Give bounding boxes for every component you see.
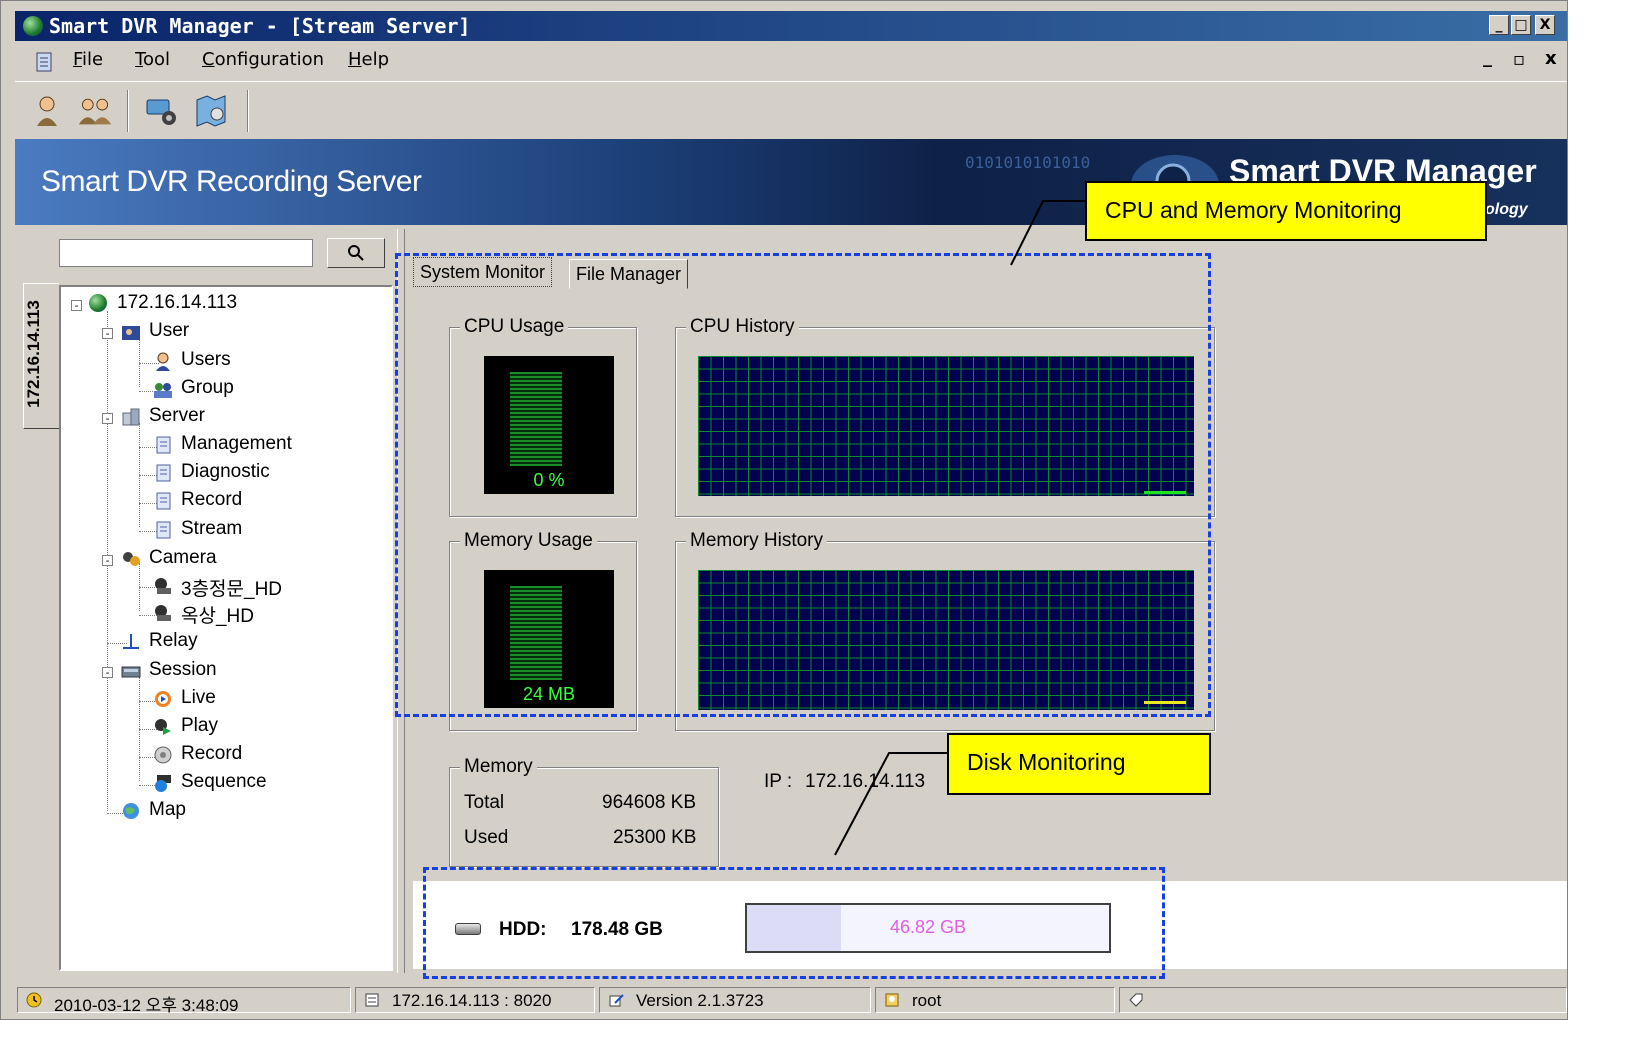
camera-group-icon <box>123 552 140 566</box>
maximize-button[interactable]: □ <box>1511 15 1531 35</box>
record-icon <box>154 746 172 764</box>
status-bar: 2010-03-12 오후 3:48:09 172.16.14.113 : 80… <box>15 985 1567 1015</box>
tree-collapse-camera[interactable]: - <box>102 555 113 566</box>
map-globe-icon <box>123 803 139 819</box>
memory-total-value: 964608 KB <box>602 792 697 813</box>
user-file-icon <box>885 993 899 1007</box>
banner-tagline: ology <box>1485 201 1528 218</box>
tree-collapse-root[interactable]: - <box>71 300 82 311</box>
minimize-button[interactable]: _ <box>1489 15 1509 35</box>
tree-search-input[interactable] <box>59 239 313 267</box>
cpu-memory-annotation-box <box>395 253 1211 717</box>
application-window: Smart DVR Manager - [Stream Server] _ □ … <box>0 0 1568 1020</box>
document-icon <box>156 436 171 454</box>
tree-collapse-user[interactable]: - <box>102 328 113 339</box>
user-icon[interactable] <box>29 92 65 128</box>
title-bar[interactable]: Smart DVR Manager - [Stream Server] _ □ … <box>15 11 1567 41</box>
status-version: Version 2.1.3723 <box>599 987 871 1013</box>
window-title: Smart DVR Manager - [Stream Server] <box>49 14 471 38</box>
network-globe-icon <box>89 294 107 312</box>
tree-collapse-server[interactable]: - <box>102 413 113 424</box>
banner-binary-decoration: 0101010101010 <box>965 153 1091 172</box>
ip-label: IP : <box>764 771 793 792</box>
camera-icon <box>155 578 171 594</box>
mdi-restore-button[interactable]: ▫ <box>1513 49 1525 70</box>
menu-file[interactable]: File <box>73 49 103 70</box>
document-menu-icon[interactable] <box>33 51 57 73</box>
search-button[interactable] <box>327 238 385 268</box>
server-icon <box>122 408 140 426</box>
banner-title: Smart DVR Recording Server <box>41 165 422 198</box>
user-folder-icon <box>122 326 140 340</box>
clock-icon <box>26 992 42 1008</box>
play-icon <box>155 719 171 735</box>
server-side-tab[interactable]: 172.16.14.113 <box>23 283 59 429</box>
server-list-icon <box>365 993 379 1007</box>
memory-stats-group: Memory Total 964608 KB Used 25300 KB <box>449 756 719 867</box>
live-icon <box>155 691 171 707</box>
toolbar <box>15 81 1567 136</box>
menu-help[interactable]: Help <box>348 49 389 70</box>
edit-icon <box>609 994 624 1007</box>
menu-bar: File Tool Configuration Help _ ▫ x <box>15 43 1567 77</box>
tag-icon <box>1129 993 1143 1007</box>
user-icon <box>156 352 170 371</box>
disk-annotation-box <box>423 867 1165 979</box>
server-side-tab-label: 172.16.14.113 <box>23 300 43 408</box>
sequence-icon <box>155 775 171 792</box>
menu-configuration[interactable]: Configuration <box>202 49 324 70</box>
server-tree[interactable]: - 172.16.14.113 - User Users Group - Ser… <box>59 285 393 971</box>
status-user: root <box>875 987 1115 1013</box>
close-button[interactable]: X <box>1535 15 1555 35</box>
document-icon <box>156 464 171 482</box>
mdi-minimize-button[interactable]: _ <box>1483 47 1492 68</box>
menu-tool[interactable]: Tool <box>135 49 170 70</box>
group-icon[interactable] <box>77 92 113 128</box>
map-icon[interactable] <box>193 92 229 128</box>
group-icon <box>154 383 172 398</box>
status-datetime: 2010-03-12 오후 3:48:09 <box>17 987 351 1015</box>
app-globe-icon <box>23 16 43 36</box>
ip-value: 172.16.14.113 <box>805 771 926 792</box>
status-server: 172.16.14.113 : 8020 <box>355 987 595 1013</box>
camera-icon <box>155 605 171 621</box>
mdi-close-button[interactable]: x <box>1545 48 1557 69</box>
tree-collapse-session[interactable]: - <box>102 667 113 678</box>
memory-total-label: Total <box>464 792 505 813</box>
disk-callout: Disk Monitoring <box>947 733 1211 795</box>
cpu-memory-callout: CPU and Memory Monitoring <box>1085 181 1487 241</box>
session-icon <box>121 666 141 678</box>
memory-used-value: 25300 KB <box>613 827 697 848</box>
camera-settings-icon[interactable] <box>143 92 179 128</box>
status-extra <box>1119 987 1567 1013</box>
search-icon <box>348 245 364 261</box>
memory-stats-title: Memory <box>460 756 537 778</box>
relay-icon <box>123 634 139 649</box>
document-icon <box>156 521 171 539</box>
memory-used-label: Used <box>464 827 509 848</box>
document-icon <box>156 492 171 510</box>
